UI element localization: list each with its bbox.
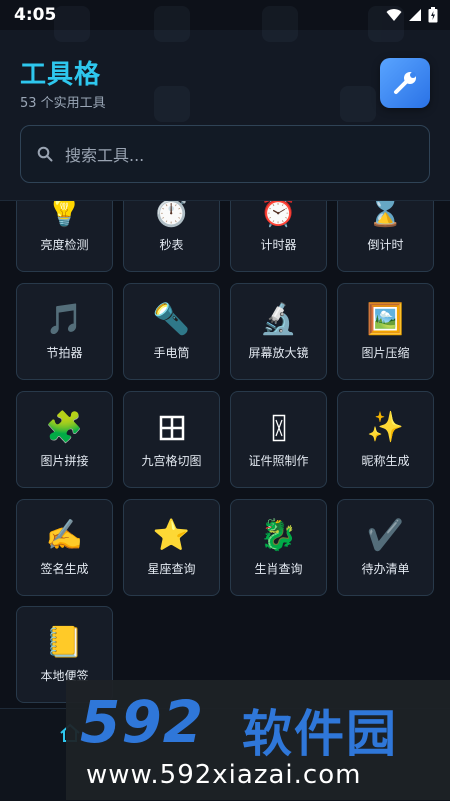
tool-label: 待办清单 — [361, 562, 410, 576]
status-time: 4:05 — [14, 5, 57, 25]
tool-tile[interactable]: 🧩 图片拼接 — [16, 391, 113, 488]
dragon-icon: 🐉 — [259, 518, 298, 553]
tool-tile[interactable]: 🔦 手电筒 — [123, 283, 220, 380]
search-input[interactable]: 搜索工具... — [20, 125, 430, 183]
status-icons — [386, 7, 438, 23]
microscope-icon: 🔬 — [259, 302, 298, 337]
flashlight-icon: 🔦 — [152, 302, 191, 337]
tool-tile[interactable]: ⭐ 星座查询 — [123, 499, 220, 596]
watermark-url: www.592xiazai.com — [86, 760, 362, 790]
watermark: 592 软件园 www.592xiazai.com — [66, 680, 450, 800]
tool-label: 亮度检测 — [40, 238, 89, 252]
check-mark-icon: ✔️ — [366, 518, 405, 553]
writing-hand-icon: ✍️ — [45, 518, 84, 553]
framed-picture-icon: 🖼️ — [366, 302, 405, 337]
app-title: 工具格 — [20, 60, 102, 90]
tool-label: 生肖查询 — [254, 562, 303, 576]
id-card-icon — [259, 408, 299, 448]
battery-icon — [428, 7, 438, 23]
search-icon — [37, 146, 53, 162]
tool-label: 九宫格切图 — [141, 454, 202, 468]
tool-label: 图片压缩 — [361, 346, 410, 360]
watermark-name: 软件园 — [242, 705, 398, 763]
tool-tile[interactable]: 九宫格切图 — [123, 391, 220, 488]
tool-tile[interactable]: 🎵 节拍器 — [16, 283, 113, 380]
tool-label: 图片拼接 — [40, 454, 89, 468]
notebook-icon: 📒 — [45, 625, 84, 660]
tool-label: 计时器 — [260, 238, 297, 252]
tool-label: 签名生成 — [40, 562, 89, 576]
wrench-button[interactable] — [380, 58, 430, 108]
grid-icon — [152, 408, 192, 448]
tool-label: 倒计时 — [367, 238, 404, 252]
tool-tile[interactable]: 证件照制作 — [230, 391, 327, 488]
tool-label: 节拍器 — [46, 346, 83, 360]
watermark-logo: 592 — [80, 688, 205, 756]
tool-tile[interactable]: ✍️ 签名生成 — [16, 499, 113, 596]
tool-label: 秒表 — [159, 238, 184, 252]
tool-label: 屏幕放大镜 — [248, 346, 309, 360]
status-bar: 4:05 — [0, 0, 450, 30]
tool-tile[interactable]: 🖼️ 图片压缩 — [337, 283, 434, 380]
tool-label: 证件照制作 — [248, 454, 309, 468]
wifi-icon — [386, 9, 402, 21]
tool-tile[interactable]: 🐉 生肖查询 — [230, 499, 327, 596]
tool-label: 手电筒 — [153, 346, 190, 360]
tool-label: 昵称生成 — [361, 454, 410, 468]
tool-label: 星座查询 — [147, 562, 196, 576]
music-note-icon: 🎵 — [45, 302, 84, 337]
tool-tile[interactable]: 🔬 屏幕放大镜 — [230, 283, 327, 380]
tool-count: 53 个实用工具 — [20, 96, 106, 111]
search-placeholder: 搜索工具... — [65, 146, 145, 165]
puzzle-piece-icon: 🧩 — [45, 410, 84, 445]
tool-tile[interactable]: ✨ 昵称生成 — [337, 391, 434, 488]
app-header: 工具格 53 个实用工具 搜索工具... — [0, 6, 450, 201]
star-icon: ⭐ — [152, 518, 191, 553]
sparkles-icon: ✨ — [366, 410, 405, 445]
tool-tile[interactable]: ✔️ 待办清单 — [337, 499, 434, 596]
wrench-icon — [394, 72, 416, 94]
signal-icon — [409, 9, 421, 21]
